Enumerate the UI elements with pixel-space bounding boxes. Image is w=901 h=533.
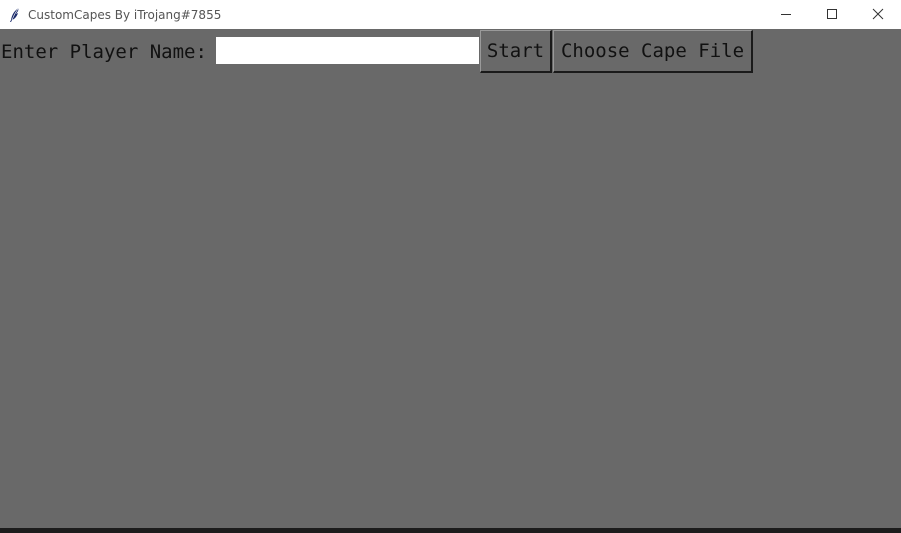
minimize-icon [780, 5, 792, 24]
window-controls [763, 0, 901, 29]
minimize-button[interactable] [763, 0, 809, 29]
maximize-button[interactable] [809, 0, 855, 29]
choose-cape-file-label: Choose Cape File [560, 40, 745, 62]
app-window: CustomCapes By iTrojang#7855 Enter Playe… [0, 0, 901, 533]
window-bottom-edge [0, 528, 901, 533]
start-button-label: Start [486, 40, 545, 62]
start-button[interactable]: Start [480, 30, 552, 73]
main-panel: Enter Player Name: Start Choose Cape Fil… [0, 29, 901, 528]
maximize-icon [826, 5, 838, 24]
choose-cape-file-button[interactable]: Choose Cape File [553, 30, 753, 73]
close-button[interactable] [855, 0, 901, 29]
feather-icon [7, 7, 23, 23]
player-name-label: Enter Player Name: [1, 41, 207, 63]
player-name-input[interactable] [216, 37, 479, 64]
close-icon [872, 5, 884, 24]
title-bar[interactable]: CustomCapes By iTrojang#7855 [0, 0, 901, 29]
window-title: CustomCapes By iTrojang#7855 [28, 7, 222, 22]
